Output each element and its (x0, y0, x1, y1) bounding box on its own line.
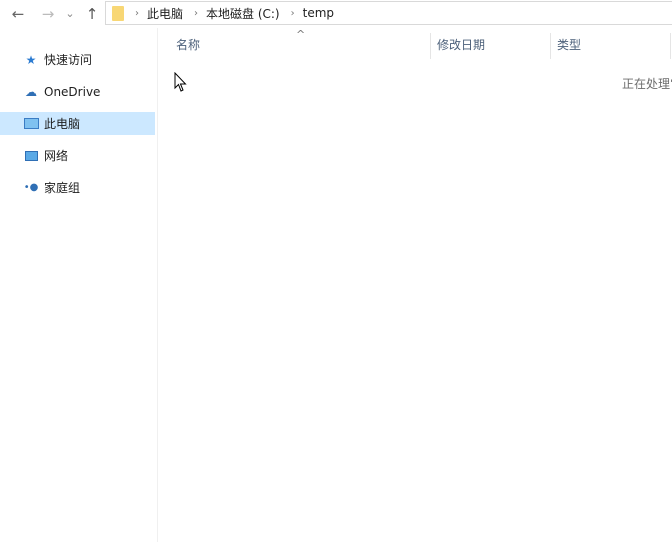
column-divider[interactable] (430, 33, 431, 59)
column-divider[interactable] (670, 33, 671, 59)
sidebar-item-label: 快速访问 (44, 53, 93, 67)
chevron-right-icon: › (290, 7, 295, 19)
up-button[interactable]: ↑ (82, 4, 102, 24)
folder-icon (112, 5, 124, 21)
status-text: 正在处理它... (622, 77, 672, 91)
column-header-type[interactable]: 类型 (557, 33, 669, 59)
breadcrumb-temp[interactable]: temp (303, 6, 334, 20)
sidebar-item-label: OneDrive (44, 84, 101, 99)
star-icon: ★ (25, 52, 37, 67)
chevron-right-icon: › (135, 7, 139, 19)
mouse-cursor-icon (174, 71, 188, 96)
sidebar-item-network[interactable]: 网络 (0, 144, 155, 167)
navigation-pane: ★ 快速访问 ☁ OneDrive 此电脑 网络 •● 家庭组 (0, 28, 158, 542)
network-icon (23, 148, 39, 164)
recent-locations-button[interactable]: ⌄ (63, 4, 77, 24)
sidebar-item-homegroup[interactable]: •● 家庭组 (0, 176, 155, 199)
column-divider[interactable] (550, 33, 551, 59)
address-bar[interactable]: › 此电脑 › 本地磁盘 (C:) › temp (105, 1, 672, 25)
chevron-right-icon: › (194, 7, 199, 19)
breadcrumb-this-pc[interactable]: 此电脑 (147, 5, 183, 22)
sidebar-item-this-pc[interactable]: 此电脑 (0, 112, 155, 135)
column-header-name[interactable]: 名称 (176, 33, 430, 59)
sidebar-item-onedrive[interactable]: ☁ OneDrive (0, 80, 155, 103)
sidebar-item-label: 网络 (44, 149, 69, 163)
sidebar-item-quick-access[interactable]: ★ 快速访问 (0, 48, 155, 71)
back-button[interactable]: ← (8, 4, 28, 24)
cloud-icon: ☁ (25, 84, 37, 99)
forward-button[interactable]: → (38, 4, 58, 24)
breadcrumb-local-disk[interactable]: 本地磁盘 (C:) (206, 5, 280, 22)
computer-icon (23, 116, 39, 132)
sidebar-item-label: 家庭组 (44, 181, 81, 195)
column-header-modified[interactable]: 修改日期 (437, 33, 549, 59)
homegroup-icon: •● (23, 182, 39, 193)
sidebar-item-label: 此电脑 (44, 117, 81, 131)
